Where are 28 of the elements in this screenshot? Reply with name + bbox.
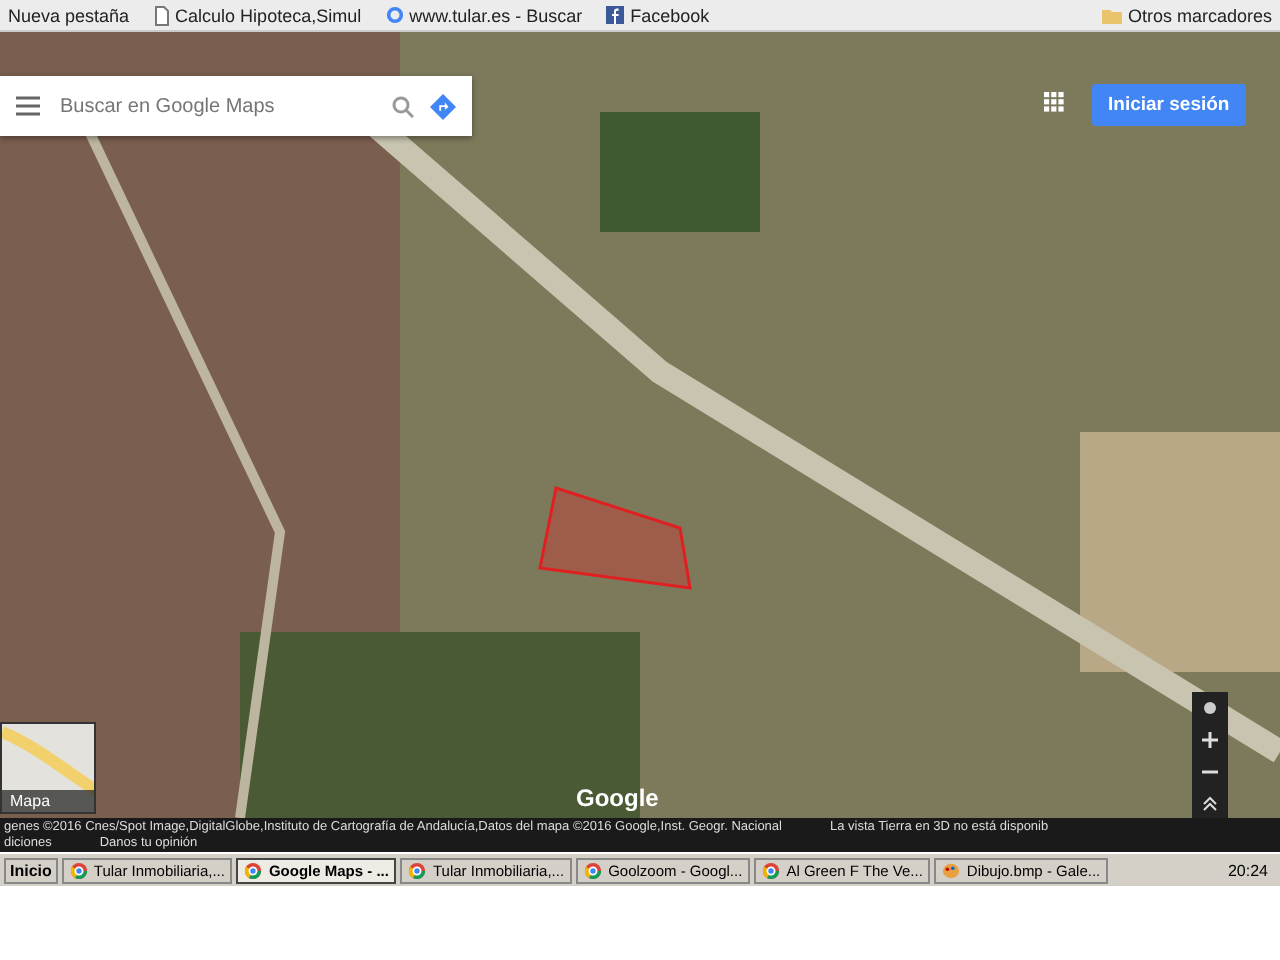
- map-layer-thumbnail[interactable]: Mapa: [0, 722, 96, 814]
- circle-icon: [244, 861, 263, 879]
- menu-icon: [16, 96, 40, 116]
- page-icon: [153, 5, 170, 25]
- chevron-up-icon[interactable]: [1202, 796, 1218, 812]
- circle-icon: [762, 861, 781, 879]
- map-logo: Google: [576, 784, 659, 812]
- location-icon[interactable]: [1202, 700, 1218, 716]
- bookmark-link[interactable]: www.tular.es - Buscar: [385, 5, 583, 25]
- start-button[interactable]: Inicio: [4, 857, 58, 883]
- bookmark-folder[interactable]: Otros marcadores: [1101, 5, 1272, 25]
- apps-grid-icon[interactable]: [1044, 92, 1064, 112]
- bookmark-link[interactable]: Facebook: [606, 5, 710, 25]
- search-bar[interactable]: Buscar en Google Maps: [0, 76, 472, 136]
- bookmark-link[interactable]: Calculo Hipoteca,Simul: [153, 5, 362, 25]
- folder-icon: [1101, 7, 1122, 23]
- circle-icon: [584, 861, 603, 879]
- zoom-in-icon[interactable]: [1202, 732, 1218, 748]
- search-icon[interactable]: [392, 95, 414, 117]
- palette-icon: [942, 861, 961, 879]
- directions-icon[interactable]: [430, 93, 456, 119]
- sign-in-button[interactable]: Iniciar sesión: [1092, 84, 1246, 126]
- f-icon: [606, 6, 625, 24]
- bookmark-link[interactable]: Nueva pestaña: [8, 5, 130, 25]
- satellite-map[interactable]: Buscar en Google Maps Iniciar sesión Mapa Google: [0, 32, 1280, 818]
- clock-text: 20:24: [1225, 861, 1270, 879]
- circle-icon: [69, 861, 88, 879]
- circle-icon: [408, 861, 427, 879]
